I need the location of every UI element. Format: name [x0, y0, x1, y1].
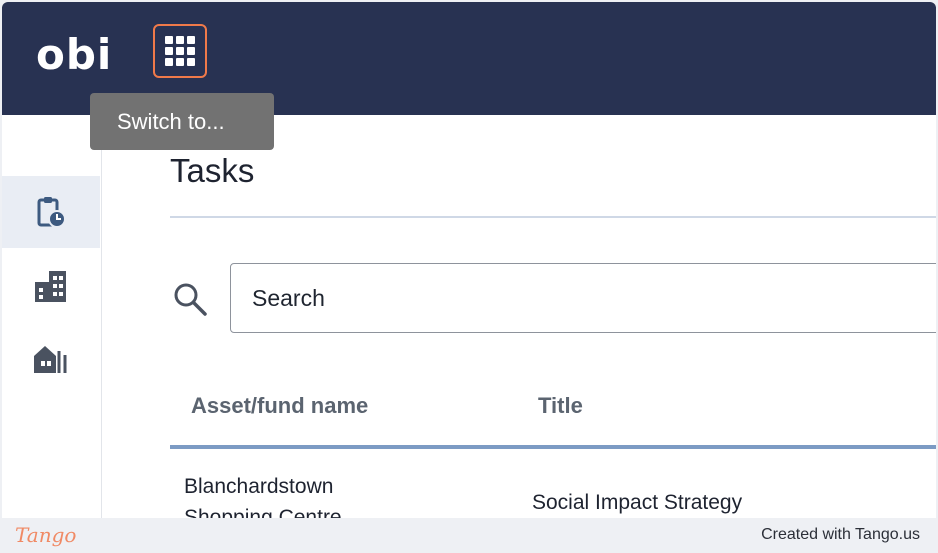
sidebar-item-assets[interactable] [2, 250, 100, 322]
grid-icon [165, 36, 195, 66]
app-window: obi Switch to... Tasks Search Asset/fund… [2, 2, 936, 518]
search-icon [174, 283, 207, 316]
buildings-icon [35, 271, 66, 302]
screenshot-frame: obi Switch to... Tasks Search Asset/fund… [0, 0, 938, 553]
column-header-title[interactable]: Title [538, 393, 583, 419]
sidebar-item-properties[interactable] [2, 322, 100, 394]
table-header-divider [170, 445, 936, 449]
sidebar-item-tasks[interactable] [2, 176, 100, 248]
app-switcher-button[interactable] [153, 24, 207, 78]
title-divider [170, 216, 936, 218]
tango-logo: Tango [15, 523, 77, 547]
column-header-asset-fund-name[interactable]: Asset/fund name [191, 393, 368, 419]
table-row-asset-cell[interactable]: Blanchardstown Shopping Centre [184, 471, 414, 518]
table-row-title-cell[interactable]: Social Impact Strategy [532, 487, 742, 518]
switch-to-tooltip: Switch to... [90, 93, 274, 150]
page-title: Tasks [170, 152, 255, 189]
clipboard-clock-icon [37, 197, 66, 228]
created-with-tango-text: Created with Tango.us [761, 526, 920, 543]
search-input[interactable] [230, 263, 936, 333]
tango-footer: Tango Created with Tango.us [0, 518, 938, 553]
sidebar [2, 115, 102, 518]
main-content: Tasks Asset/fund name Title Blanchardsto… [170, 115, 936, 518]
obi-logo[interactable]: obi [36, 30, 112, 79]
houses-icon [34, 346, 67, 373]
